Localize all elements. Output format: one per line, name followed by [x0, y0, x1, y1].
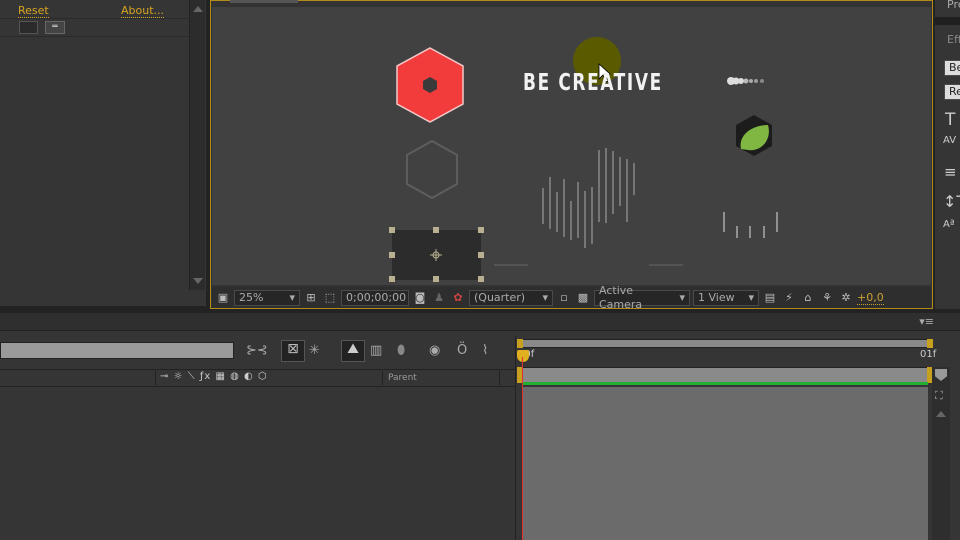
exposure-value[interactable]: +0,0 [857, 291, 884, 305]
scroll-up-icon[interactable] [193, 6, 203, 12]
navigator-start-handle[interactable] [517, 339, 523, 348]
effect-controls-panel: Reset About... ═ [0, 0, 206, 306]
right-panel: Pre Eff Be Re T AV ≡ ↕T Aª [935, 0, 960, 309]
playhead-icon[interactable] [517, 350, 529, 362]
bar-lines [723, 212, 778, 238]
divider [935, 17, 960, 25]
exposure-reset-icon[interactable]: ✲ [838, 290, 854, 306]
tracking-icon[interactable]: AV [943, 135, 956, 146]
divider [0, 36, 189, 37]
stroke-icon[interactable]: ≡ [944, 163, 957, 181]
camera-icon[interactable]: ◙ [412, 290, 428, 306]
timecode: 0;00;00;00 [346, 290, 407, 304]
about-link[interactable]: About... [121, 4, 165, 18]
channels-icon[interactable]: ✿ [450, 290, 466, 306]
draft-3d-icon[interactable]: ⊠ [281, 340, 305, 362]
viewer-toolbar: ▣ 25% ▾ ⊞ ⬚ 0;00;00;00 ◙ ♟ ✿ (Quarter) ▾ ▫… [212, 284, 931, 311]
canvas-graphics [389, 37, 778, 282]
column-header: ⊸ ☼ ⟍ ƒx ▦ ◍ ◐ ⬡ Parent [0, 369, 515, 387]
chevron-down-icon: ▾ [679, 290, 685, 304]
timeline-icon[interactable]: ⌂ [800, 290, 816, 306]
divider [515, 336, 516, 540]
style-field[interactable]: Re [944, 84, 960, 100]
chevron-down-icon: ▾ [289, 290, 295, 304]
zoom-value: 25% [239, 290, 264, 304]
frame-blending-icon[interactable]: ⛰ [341, 340, 365, 362]
resolution-value: (Quarter) [474, 290, 526, 304]
tab-effects[interactable]: Eff [947, 33, 960, 46]
mask-visibility-icon[interactable]: ⬚ [322, 290, 338, 306]
views-value: 1 View [698, 290, 735, 304]
divider [0, 18, 189, 19]
camera-value: Active Camera [599, 283, 643, 311]
view-layout-dropdown[interactable]: 1 View ▾ [693, 289, 759, 306]
safe-margins-icon[interactable]: ⊞ [303, 290, 319, 306]
comp-flowchart-icon[interactable]: ⊱⊰ [246, 343, 268, 358]
shy-layers-icon[interactable]: ✳ [309, 343, 320, 358]
timeline-panel: ▾≡ ⊱⊰ ⊠ ✳ ⛰ ▥ ⬮ ◉ Ö ⌇ ⊸ ☼ ⟍ ƒx ▦ ◍ ◐ ⬡ P… [0, 313, 960, 540]
region-of-interest-icon[interactable]: ▫ [556, 290, 572, 306]
font-field[interactable]: Be [944, 60, 960, 76]
graph-editor-toggle-icon[interactable]: ◉ [429, 343, 440, 358]
fast-previews-icon[interactable]: ⚡ [781, 290, 797, 306]
style-value: Re [949, 85, 960, 98]
brainstorm-icon[interactable]: ⬮ [397, 343, 405, 358]
always-preview-icon[interactable]: ▣ [215, 290, 231, 306]
divider [382, 371, 383, 385]
time-navigator[interactable] [517, 339, 933, 348]
color-swatch[interactable] [19, 21, 38, 34]
baseline-shift-icon[interactable]: Aª [943, 219, 955, 230]
search-input[interactable] [0, 342, 234, 359]
panel-menu-icon[interactable]: ▾≡ [919, 315, 934, 328]
divider [155, 371, 156, 385]
title-text: BE CREATIVE [523, 70, 663, 96]
scrollbar[interactable] [189, 0, 205, 290]
ruler-end-label: 01f [920, 349, 937, 360]
layer-track-area[interactable] [522, 387, 928, 540]
tab-preview[interactable]: Pre [947, 0, 960, 11]
scroll-down-icon[interactable] [193, 278, 203, 284]
composition-viewer: BE CREATIVE ▣ 25% ▾ ⊞ ⬚ 0;00;00;00 ◙ ♟ ✿ … [210, 0, 933, 311]
reset-link[interactable]: Reset [18, 4, 49, 18]
chevron-down-icon: ▾ [542, 290, 548, 304]
resolution-dropdown[interactable]: (Quarter) ▾ [469, 289, 553, 306]
transparency-grid-icon[interactable]: ▩ [575, 290, 591, 306]
timeline-tab-bar: ▾≡ [0, 313, 960, 331]
vertical-scale-icon[interactable]: ↕T [943, 192, 960, 211]
layer-switches-icons[interactable]: ⊸ ☼ ⟍ ƒx ▦ ◍ ◐ ⬡ [160, 371, 268, 382]
slider-icon[interactable]: ═ [45, 21, 65, 34]
divider [499, 371, 500, 385]
outline-hexagon [406, 139, 458, 200]
magnification-dropdown[interactable]: 25% ▾ [234, 289, 300, 306]
show-snapshot-icon[interactable]: ♟ [431, 290, 447, 306]
viewer-tab[interactable] [230, 0, 298, 3]
current-time-indicator[interactable] [522, 357, 523, 540]
dots-trail [727, 77, 764, 85]
camera-dropdown[interactable]: Active Camera ▾ [594, 284, 690, 311]
timeline-scrollbar[interactable]: ⛶ [932, 367, 950, 540]
current-time-field[interactable]: 0;00;00;00 [341, 289, 409, 306]
comp-button-icon[interactable]: ⛶ [935, 389, 943, 403]
navigator-end-handle[interactable] [927, 339, 933, 348]
comp-marker-bin-icon[interactable] [935, 369, 947, 381]
parent-column-header: Parent [388, 373, 417, 383]
graph-editor-icon[interactable]: ⌇ [482, 343, 488, 358]
composition-canvas[interactable]: BE CREATIVE [212, 7, 931, 285]
flowchart-icon[interactable]: ⚘ [819, 290, 835, 306]
waveform-lines [542, 148, 635, 248]
work-area-bar[interactable] [517, 367, 933, 383]
chevron-down-icon: ▾ [748, 290, 754, 304]
auto-keyframe-icon[interactable]: Ö [457, 343, 467, 358]
scroll-up-icon[interactable] [936, 411, 946, 417]
toggle-pixel-aspect-icon[interactable]: ▤ [762, 290, 778, 306]
font-size-icon[interactable]: T [945, 110, 955, 130]
font-value: Be [949, 61, 960, 74]
render-progress-bar [522, 382, 928, 385]
motion-blur-icon[interactable]: ▥ [370, 343, 382, 358]
